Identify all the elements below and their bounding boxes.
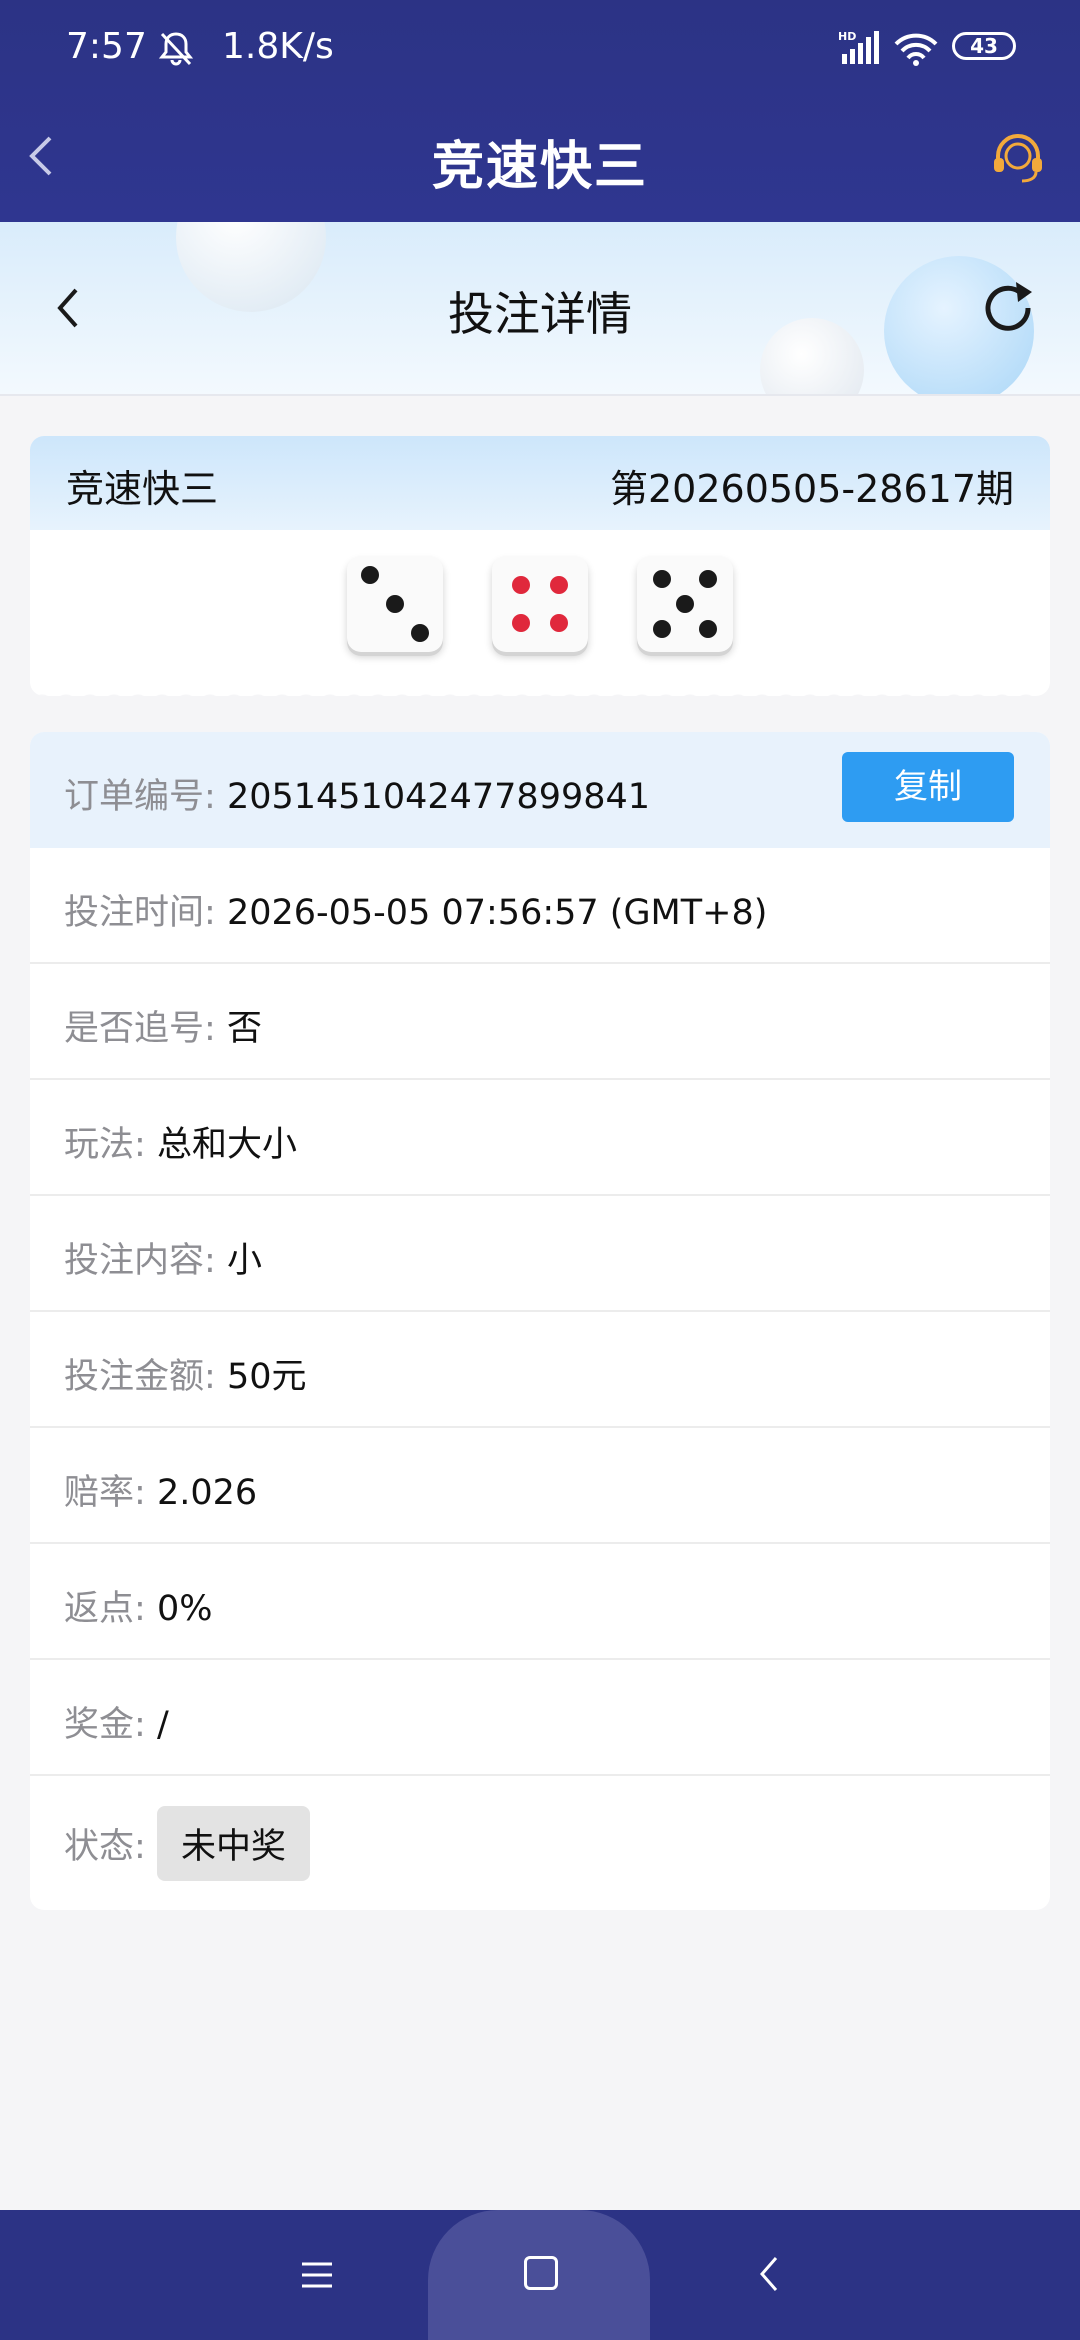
die-four-icon bbox=[492, 556, 588, 652]
play-label: 玩法: bbox=[64, 1125, 146, 1165]
dice-row bbox=[30, 556, 1050, 652]
system-nav-bar bbox=[0, 2210, 1080, 2340]
headset-support-icon[interactable] bbox=[990, 130, 1046, 186]
refresh-icon[interactable] bbox=[976, 276, 1040, 340]
signal-icon: HD bbox=[838, 30, 879, 64]
play-row: 玩法: 总和大小 bbox=[30, 1080, 1050, 1196]
page-title: 投注详情 bbox=[448, 287, 632, 341]
app-title: 竞速快三 bbox=[431, 137, 648, 197]
result-header: 竞速快三 第20260505-28617期 bbox=[30, 436, 1050, 530]
wifi-icon bbox=[894, 33, 938, 66]
rebate-row: 返点: 0% bbox=[30, 1544, 1050, 1660]
odds-row: 赔率: 2.026 bbox=[30, 1428, 1050, 1544]
result-card: 竞速快三 第20260505-28617期 bbox=[30, 436, 1050, 696]
bet-time-label: 投注时间: bbox=[64, 893, 216, 933]
scallop-edge bbox=[30, 684, 1050, 696]
detail-card: 订单编号: 2051451042477899841 复制 投注时间: 2026-… bbox=[30, 732, 1050, 1910]
content-value: 小 bbox=[226, 1241, 262, 1281]
status-badge: 未中奖 bbox=[156, 1806, 310, 1881]
odds-label: 赔率: bbox=[64, 1473, 146, 1513]
chase-label: 是否追号: bbox=[64, 1009, 216, 1049]
copy-button[interactable]: 复制 bbox=[842, 752, 1014, 822]
status-speed: 1.8K/s bbox=[222, 26, 334, 67]
issue-number: 第20260505-28617期 bbox=[609, 467, 1014, 511]
home-icon[interactable] bbox=[524, 2256, 558, 2290]
status-time: 7:57 bbox=[66, 26, 147, 67]
amount-label: 投注金额: bbox=[64, 1357, 216, 1397]
signal-hd-label: HD bbox=[838, 30, 856, 43]
order-number-row: 订单编号: 2051451042477899841 复制 bbox=[30, 732, 1050, 848]
die-three-icon bbox=[346, 556, 443, 652]
die-five-icon bbox=[637, 556, 734, 652]
prize-value: / bbox=[156, 1705, 169, 1745]
play-value: 总和大小 bbox=[156, 1125, 297, 1165]
bet-time-value: 2026-05-05 07:56:57 (GMT+8) bbox=[226, 893, 768, 933]
state-label: 状态: bbox=[64, 1827, 146, 1867]
game-name: 竞速快三 bbox=[66, 467, 219, 511]
status-bar: 7:57 1.8K/s HD 43 bbox=[0, 0, 1080, 96]
sub-header: 投注详情 bbox=[0, 222, 1080, 396]
amount-value: 50元 bbox=[226, 1357, 307, 1397]
prize-row: 奖金: / bbox=[30, 1660, 1050, 1776]
back-icon[interactable] bbox=[758, 2254, 780, 2294]
order-number-value: 2051451042477899841 bbox=[226, 777, 651, 817]
order-number-label: 订单编号: bbox=[64, 777, 216, 817]
content-label: 投注内容: bbox=[64, 1241, 216, 1281]
content-row: 投注内容: 小 bbox=[30, 1196, 1050, 1312]
top-bar: 7:57 1.8K/s HD 43 竞速快三 bbox=[0, 0, 1080, 222]
chase-row: 是否追号: 否 bbox=[30, 964, 1050, 1080]
state-row: 状态: 未中奖 bbox=[30, 1776, 1050, 1900]
bet-time-row: 投注时间: 2026-05-05 07:56:57 (GMT+8) bbox=[30, 848, 1050, 964]
chase-value: 否 bbox=[226, 1009, 262, 1049]
rebate-value: 0% bbox=[156, 1589, 213, 1629]
menu-icon[interactable] bbox=[300, 2258, 334, 2292]
rebate-label: 返点: bbox=[64, 1589, 146, 1629]
battery-icon: 43 bbox=[952, 32, 1016, 60]
prize-label: 奖金: bbox=[64, 1705, 146, 1745]
amount-row: 投注金额: 50元 bbox=[30, 1312, 1050, 1428]
bell-muted-icon bbox=[158, 32, 194, 66]
odds-value: 2.026 bbox=[156, 1473, 258, 1513]
